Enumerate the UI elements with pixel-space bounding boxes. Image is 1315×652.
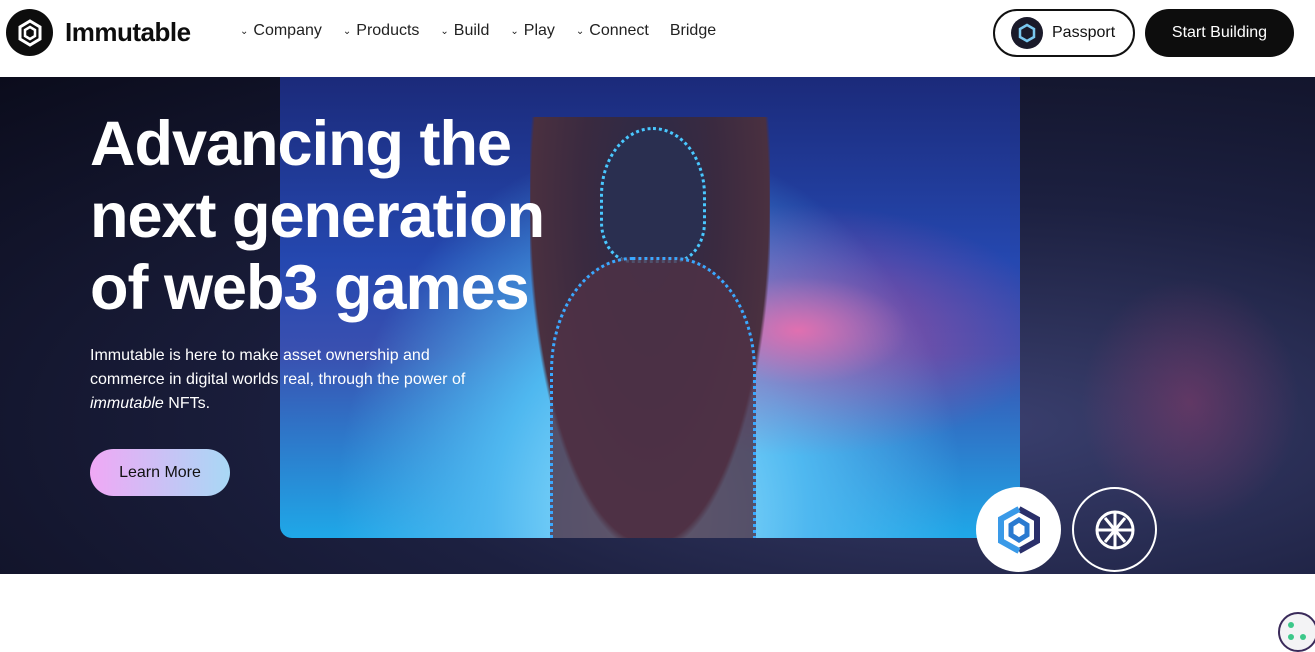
- menu-bridge[interactable]: Bridge: [670, 22, 716, 40]
- chevron-down-icon: ⌄: [510, 25, 519, 37]
- menu-label: Build: [453, 22, 490, 39]
- subtitle-text: Immutable is here to make asset ownershi…: [90, 347, 466, 388]
- menu-label: Products: [356, 22, 420, 39]
- main-menu: ⌄ Company ⌄ Products ⌄ Build ⌄ Play ⌄ Connect…: [240, 22, 716, 40]
- menu-label: Company: [253, 22, 322, 39]
- chevron-down-icon: ⌄: [342, 25, 352, 37]
- learn-more-button[interactable]: Learn More: [90, 449, 230, 496]
- cookie-dot: [1300, 634, 1306, 640]
- menu-build[interactable]: ⌄ Build: [440, 22, 489, 40]
- subtitle-text: NFTs.: [163, 395, 211, 412]
- menu-label: Bridge: [669, 22, 717, 39]
- menu-label: Connect: [589, 22, 649, 39]
- menu-products[interactable]: ⌄ Products: [343, 22, 420, 40]
- menu-label: Play: [523, 22, 555, 39]
- chevron-down-icon: ⌄: [440, 25, 449, 37]
- title-line: Advancing the: [90, 109, 512, 179]
- passport-label: Passport: [1052, 24, 1116, 41]
- passport-icon: [1011, 17, 1043, 49]
- brand-name: Immutable: [65, 17, 191, 47]
- immutable-badge[interactable]: [976, 487, 1061, 572]
- cookie-dot: [1288, 634, 1294, 640]
- immutable-logo-icon: [6, 9, 53, 56]
- menu-play[interactable]: ⌄ Play: [510, 22, 555, 40]
- brand-logo[interactable]: Immutable: [6, 9, 191, 56]
- chevron-down-icon: ⌄: [575, 25, 585, 37]
- immutable-hex-icon: [997, 505, 1040, 554]
- hero-subtitle: Immutable is here to make asset ownershi…: [90, 344, 480, 416]
- hero-title: Advancing the next generation of web3 ga…: [90, 108, 650, 324]
- subtitle-emphasis: immutable: [90, 395, 164, 412]
- passport-button[interactable]: Passport: [993, 9, 1135, 57]
- top-navigation: Immutable ⌄ Company ⌄ Products ⌄ Build ⌄ Pla…: [0, 0, 1315, 77]
- title-line: next generation: [90, 181, 545, 251]
- openai-badge[interactable]: [1072, 487, 1157, 572]
- menu-connect[interactable]: ⌄ Connect: [576, 22, 649, 40]
- chevron-down-icon: ⌄: [240, 25, 249, 37]
- title-line: of web3 games: [90, 253, 530, 323]
- cookie-settings-button[interactable]: [1278, 612, 1315, 652]
- menu-company[interactable]: ⌄ Company: [240, 22, 322, 40]
- cookie-dot: [1288, 622, 1294, 628]
- openai-icon: [1095, 510, 1134, 549]
- start-building-button[interactable]: Start Building: [1145, 9, 1294, 57]
